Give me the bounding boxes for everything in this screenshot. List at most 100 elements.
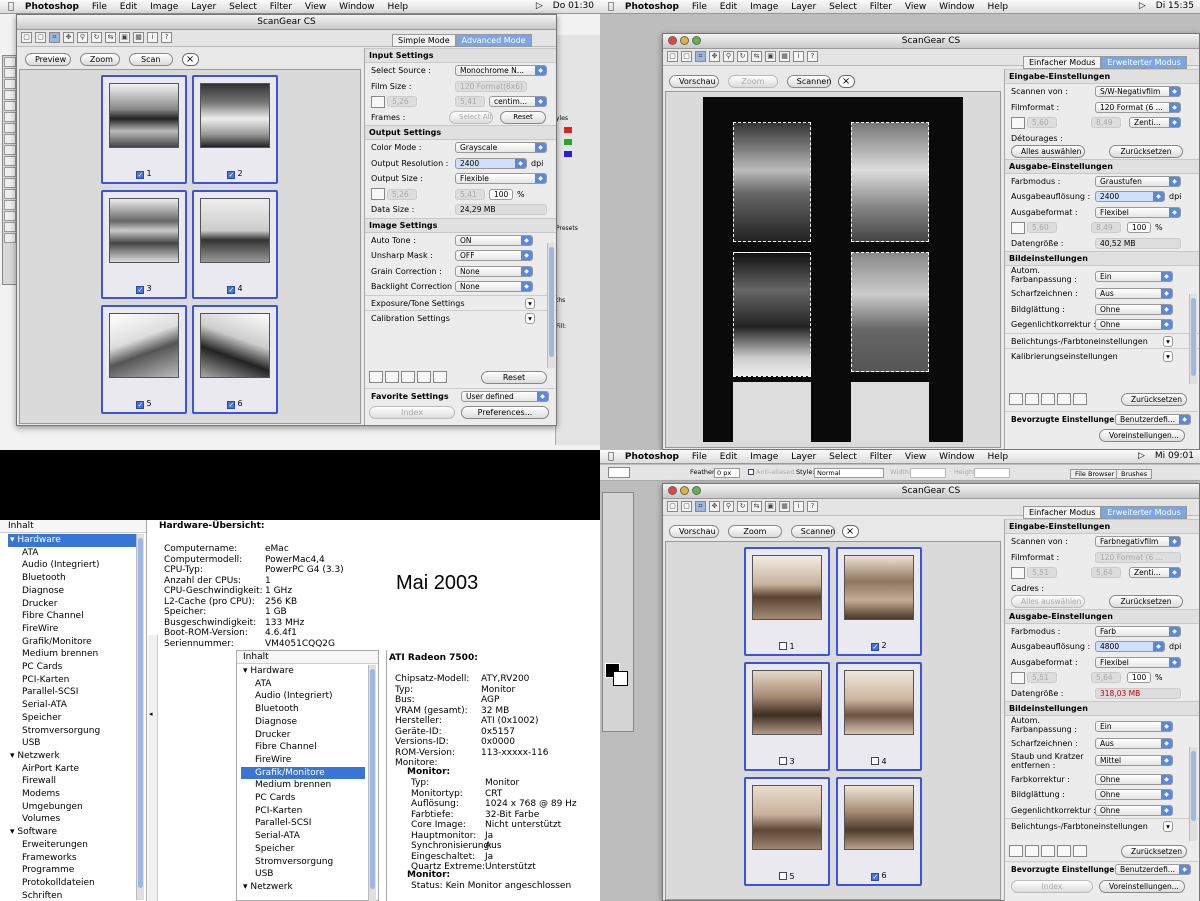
brushes-tab[interactable]: Brushes bbox=[1116, 469, 1153, 479]
tree-item[interactable]: Grafik/Monitore bbox=[241, 766, 365, 780]
exposure-tone-settings[interactable]: Belichtungs-/Farbtoneinstellungen bbox=[1011, 819, 1148, 834]
width-field[interactable] bbox=[910, 468, 946, 478]
menu-file[interactable]: File bbox=[692, 451, 707, 464]
help-icon[interactable]: ? bbox=[161, 32, 172, 43]
input-height[interactable]: 8,49 bbox=[1091, 117, 1121, 128]
menu-window[interactable]: Window bbox=[339, 1, 375, 14]
expand-icon[interactable]: ▾ bbox=[525, 313, 535, 324]
splitter[interactable]: ◂ bbox=[148, 635, 158, 901]
tone-reset-button[interactable]: Zurücksetzen bbox=[1121, 845, 1187, 858]
tree-item[interactable]: Speicher bbox=[8, 712, 136, 725]
scale-percent-field[interactable]: 100 bbox=[1127, 672, 1151, 683]
move-icon[interactable]: ✥ bbox=[709, 51, 720, 62]
film-size-dropdown[interactable]: 120 Format(6x6) bbox=[455, 80, 527, 92]
tree-item[interactable]: ATA bbox=[241, 678, 365, 691]
film-frame[interactable] bbox=[851, 122, 929, 242]
final-review-icon[interactable] bbox=[433, 371, 447, 383]
thumbnail-frame[interactable]: ✓ 3 bbox=[101, 190, 187, 299]
paths-tab[interactable]: ths bbox=[556, 297, 565, 304]
unit-dropdown[interactable]: Zenti... bbox=[1129, 117, 1181, 128]
input-width[interactable]: 5,51 bbox=[1027, 567, 1057, 578]
output-height[interactable]: 5,64 bbox=[1091, 672, 1121, 683]
curve-icon[interactable] bbox=[1041, 393, 1055, 405]
rotate-icon[interactable]: ↻ bbox=[737, 51, 748, 62]
scan-button[interactable]: Scannen bbox=[790, 525, 835, 538]
zoom-button[interactable]: Zoom bbox=[79, 53, 120, 66]
menu-filter[interactable]: Filter bbox=[870, 1, 892, 14]
frame-checkbox[interactable] bbox=[779, 872, 788, 880]
brightness-icon[interactable] bbox=[1009, 845, 1023, 857]
crop-icon[interactable]: ⌗ bbox=[695, 501, 706, 512]
autocrop-icon[interactable]: ▣ bbox=[119, 32, 130, 43]
menu-layer[interactable]: Layer bbox=[791, 451, 816, 464]
move-icon[interactable]: ✥ bbox=[63, 32, 74, 43]
output-width[interactable]: 5,60 bbox=[1027, 222, 1057, 233]
expand-icon[interactable]: ▾ bbox=[1163, 351, 1173, 362]
tree-item[interactable]: Stromversorgung bbox=[241, 856, 365, 869]
feather-field[interactable]: 0 px bbox=[714, 468, 740, 478]
menu-image[interactable]: Image bbox=[750, 451, 778, 464]
threshold-icon[interactable] bbox=[1057, 393, 1071, 405]
expand-icon[interactable]: ▾ bbox=[1163, 335, 1173, 347]
tree-item[interactable]: Bluetooth bbox=[241, 703, 365, 716]
output-resolution-field[interactable]: 2400 bbox=[1095, 191, 1165, 202]
tree-item[interactable]: Umgebungen bbox=[8, 801, 136, 814]
index-button[interactable]: Index bbox=[369, 406, 455, 419]
dust-scratch-dropdown[interactable]: Mittel bbox=[1095, 754, 1173, 766]
output-resolution-field[interactable]: 4800 bbox=[1095, 641, 1165, 652]
tab-advanced-mode[interactable]: Erweiterter Modus bbox=[1101, 56, 1187, 69]
tree-item[interactable]: Medium brennen bbox=[241, 779, 365, 792]
favorite-settings-dropdown[interactable]: Benutzerdefi... bbox=[1115, 864, 1191, 875]
panel-scrollbar[interactable] bbox=[1189, 747, 1197, 841]
style-dropdown[interactable]: Normal bbox=[814, 468, 884, 478]
histogram-icon[interactable] bbox=[385, 371, 399, 383]
tree-item[interactable]: PCI-Karten bbox=[8, 674, 136, 687]
tab-simple-mode[interactable]: Simple Mode bbox=[392, 34, 456, 47]
crop-icon[interactable]: ⌗ bbox=[49, 32, 60, 43]
sidebar-scrollbar[interactable] bbox=[136, 534, 144, 900]
menu-view[interactable]: View bbox=[305, 1, 326, 14]
menu-edit[interactable]: Edit bbox=[120, 1, 137, 14]
tree-item[interactable]: Protokolldateien bbox=[8, 877, 136, 890]
tool-icon[interactable]: ▢ bbox=[667, 51, 678, 62]
favorite-settings-dropdown[interactable]: Benutzerdefi... bbox=[1115, 414, 1191, 425]
tree-item[interactable]: Fibre Channel bbox=[8, 610, 136, 623]
mirror-icon[interactable]: ⇆ bbox=[751, 501, 762, 512]
autocrop-icon[interactable]: ▣ bbox=[765, 501, 776, 512]
menu-app[interactable]: Photoshop bbox=[25, 1, 79, 14]
mirror-icon[interactable]: ⇆ bbox=[105, 32, 116, 43]
thumbnail-frame[interactable]: ✓ 6 bbox=[192, 305, 278, 414]
tree-item[interactable]: Drucker bbox=[8, 598, 136, 611]
move-icon[interactable]: ✥ bbox=[709, 501, 720, 512]
menu-image[interactable]: Image bbox=[750, 1, 778, 14]
tree-item[interactable]: Serial-ATA bbox=[8, 699, 136, 712]
tab-advanced-mode[interactable]: Erweiterter Modus bbox=[1101, 506, 1187, 519]
calibration-settings[interactable]: Kalibrierungseinstellungen bbox=[1011, 349, 1118, 364]
menu-window[interactable]: Window bbox=[939, 1, 975, 14]
frame-checkbox[interactable]: ✓ bbox=[227, 401, 236, 409]
tree-group[interactable]: ▾ Netzwerk bbox=[241, 881, 365, 894]
tree-item[interactable]: Modems bbox=[8, 788, 136, 801]
frame-checkbox[interactable]: ✓ bbox=[227, 286, 236, 294]
frame-checkbox[interactable]: ✓ bbox=[136, 401, 145, 409]
tree-item[interactable]: Volumes bbox=[8, 813, 136, 826]
scan-button[interactable]: Scan bbox=[128, 53, 173, 66]
menu-layer[interactable]: Layer bbox=[191, 1, 216, 14]
auto-color-dropdown[interactable]: Ein bbox=[1095, 721, 1173, 732]
menu-file[interactable]: File bbox=[692, 1, 707, 14]
output-size-dropdown[interactable]: Flexibel bbox=[1095, 206, 1181, 218]
select-all-button[interactable]: Alles auswählen bbox=[1011, 144, 1085, 158]
info-icon[interactable]: i bbox=[793, 501, 804, 512]
clear-button[interactable]: × bbox=[837, 75, 855, 88]
apple-icon[interactable]:  bbox=[608, 0, 614, 13]
frame-checkbox[interactable]: ✓ bbox=[136, 171, 145, 179]
expand-icon[interactable]: ▾ bbox=[1163, 821, 1173, 832]
info-icon[interactable]: i bbox=[793, 51, 804, 62]
menu-filter[interactable]: Filter bbox=[870, 451, 892, 464]
menu-help[interactable]: Help bbox=[988, 451, 1009, 464]
presets-tab[interactable]: Presets bbox=[556, 225, 578, 232]
preview-button[interactable]: Preview bbox=[25, 53, 71, 66]
menu-file[interactable]: File bbox=[92, 1, 107, 14]
tree-item[interactable]: USB bbox=[8, 737, 136, 750]
tree-item[interactable]: FireWire bbox=[8, 623, 136, 636]
